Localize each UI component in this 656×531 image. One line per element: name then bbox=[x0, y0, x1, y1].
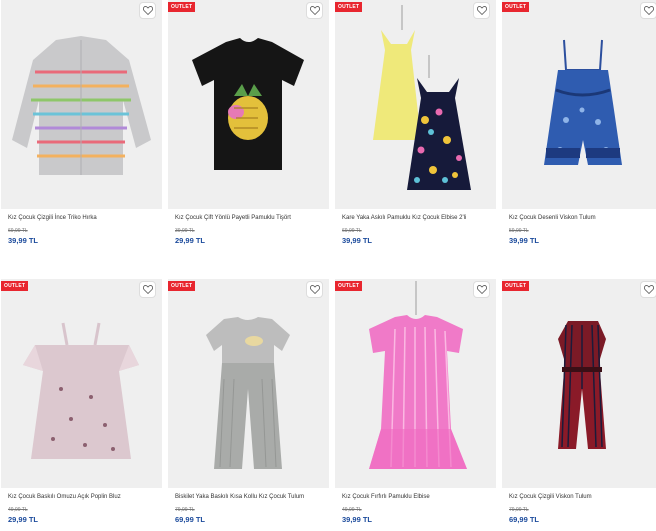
product-image[interactable]: OUTLET bbox=[335, 279, 496, 488]
current-price: 39,99 TL bbox=[342, 236, 373, 245]
current-price: 29,99 TL bbox=[8, 515, 39, 524]
ruffle-dress-illustration bbox=[369, 281, 467, 469]
old-price: 69,99 TL bbox=[8, 228, 28, 234]
product-card[interactable]: OUTLET Kız Çocuk Çizgili Viskon Tulum 79… bbox=[502, 279, 656, 524]
old-price: 69,99 TL bbox=[342, 228, 362, 234]
current-price: 39,99 TL bbox=[342, 515, 373, 524]
product-card[interactable]: OUTLET Kız Çocuk Çift Yönlü Payetli Pamu… bbox=[168, 0, 329, 245]
romper-illustration bbox=[544, 39, 622, 165]
current-price: 39,99 TL bbox=[8, 236, 39, 245]
old-price: 79,99 TL bbox=[175, 507, 195, 513]
product-title[interactable]: Kız Çocuk Çizgili İnce Triko Hırka bbox=[8, 213, 155, 225]
dress-illustration bbox=[373, 5, 471, 190]
product-image[interactable] bbox=[1, 0, 162, 209]
product-title[interactable]: Kız Çocuk Çizgili Viskon Tulum bbox=[509, 492, 656, 504]
product-image[interactable]: OUTLET bbox=[335, 0, 496, 209]
product-title[interactable]: Biskilet Yaka Baskılı Kısa Kollu Kız Çoc… bbox=[175, 492, 322, 504]
product-title[interactable]: Kız Çocuk Baskılı Omuzu Açık Poplin Bluz bbox=[8, 492, 155, 504]
current-price: 39,99 TL bbox=[509, 236, 540, 245]
old-price: 49,99 TL bbox=[342, 507, 362, 513]
striped-jumpsuit-illustration bbox=[558, 321, 606, 449]
product-card[interactable]: OUTLET Kız Çocuk Fırfırlı Pamuklu Elbise… bbox=[335, 279, 496, 524]
old-price: 79,99 TL bbox=[509, 507, 529, 513]
cardigan-illustration bbox=[12, 36, 151, 175]
product-image[interactable]: OUTLET bbox=[1, 279, 162, 488]
current-price: 29,99 TL bbox=[175, 236, 206, 245]
product-card[interactable]: OUTLET Kare Yaka Askılı Pamuklu Kız Çocu… bbox=[335, 0, 496, 245]
product-image[interactable]: OUTLET bbox=[168, 279, 329, 488]
product-title[interactable]: Kız Çocuk Fırfırlı Pamuklu Elbise bbox=[342, 492, 489, 504]
product-card[interactable]: OUTLET Kız Çocuk Desenli Viskon Tulum 59… bbox=[502, 0, 656, 245]
product-title[interactable]: Kare Yaka Askılı Pamuklu Kız Çocuk Elbis… bbox=[342, 213, 489, 225]
product-card[interactable]: Kız Çocuk Çizgili İnce Triko Hırka 69,99… bbox=[1, 0, 162, 245]
product-image[interactable]: OUTLET bbox=[168, 0, 329, 209]
current-price: 69,99 TL bbox=[175, 515, 206, 524]
jumpsuit-illustration bbox=[206, 317, 290, 469]
old-price: 59,99 TL bbox=[509, 228, 529, 234]
product-title[interactable]: Kız Çocuk Desenli Viskon Tulum bbox=[509, 213, 656, 225]
product-card[interactable]: OUTLET Kız Çocuk Baskılı Omuzu Açık Popl… bbox=[1, 279, 162, 524]
old-price: 39,99 TL bbox=[175, 228, 195, 234]
product-image[interactable]: OUTLET bbox=[502, 0, 656, 209]
tshirt-illustration bbox=[192, 38, 304, 170]
product-grid: Kız Çocuk Çizgili İnce Triko Hırka 69,99… bbox=[0, 0, 656, 531]
blouse-illustration bbox=[23, 322, 139, 459]
old-price: 49,99 TL bbox=[8, 507, 28, 513]
product-title[interactable]: Kız Çocuk Çift Yönlü Payetli Pamuklu Tiş… bbox=[175, 213, 322, 225]
product-card[interactable]: OUTLET Biskilet Yaka Baskılı Kısa Kollu … bbox=[168, 279, 329, 524]
current-price: 69,99 TL bbox=[509, 515, 540, 524]
product-image[interactable]: OUTLET bbox=[502, 279, 656, 488]
